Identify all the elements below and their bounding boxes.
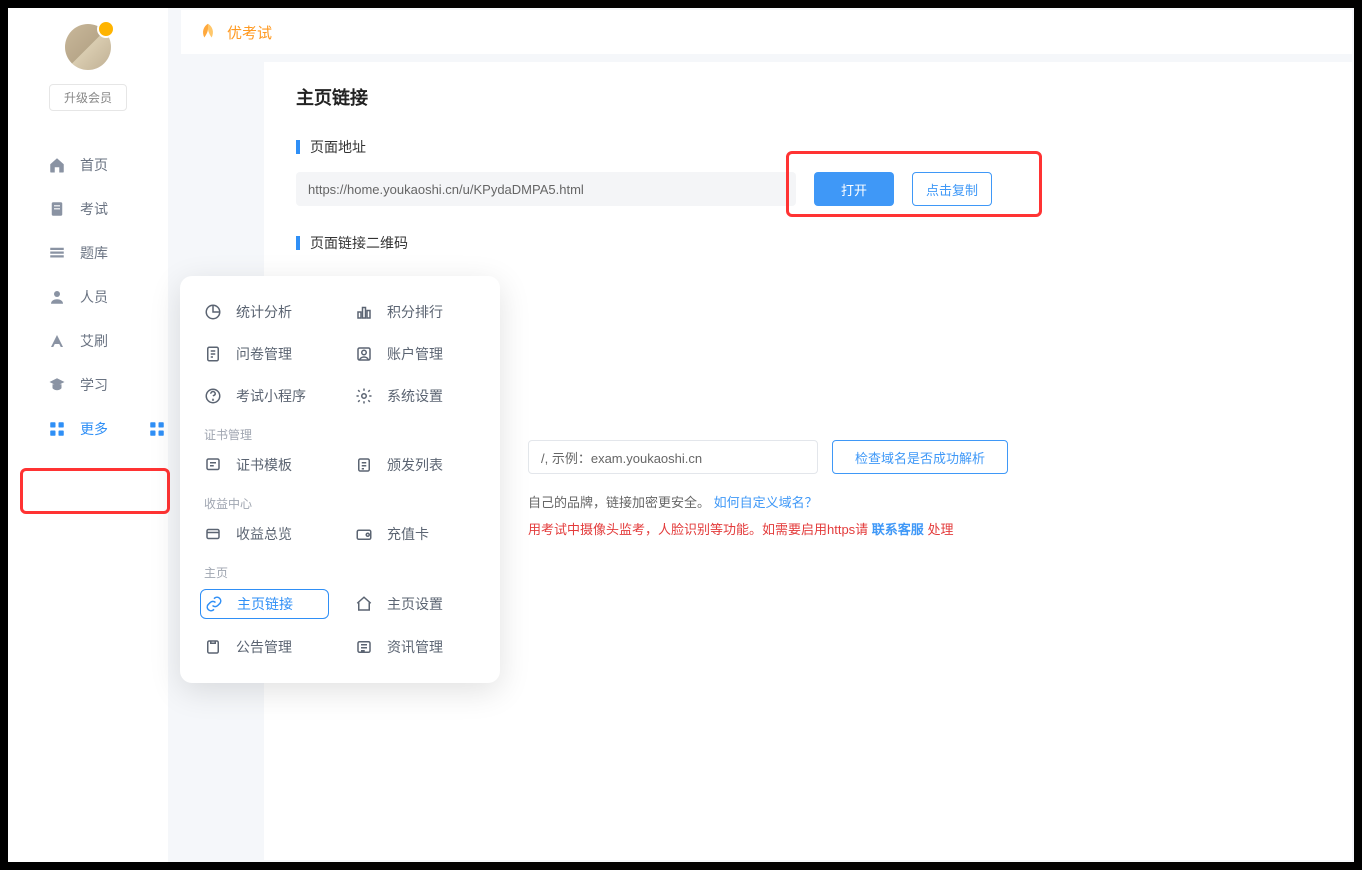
nav-more[interactable]: 更多 xyxy=(8,407,168,451)
nav-exam[interactable]: 考试 xyxy=(8,187,168,231)
contact-support-link[interactable]: 联系客服 xyxy=(872,522,924,537)
nav-home[interactable]: 首页 xyxy=(8,143,168,187)
pop-ranking[interactable]: 积分排行 xyxy=(351,298,480,326)
people-icon xyxy=(48,288,66,306)
exam-icon xyxy=(48,200,66,218)
nav-study[interactable]: 学习 xyxy=(8,363,168,407)
pop-label: 主页设置 xyxy=(387,594,443,614)
pop-label: 公告管理 xyxy=(236,637,292,657)
pop-survey[interactable]: 问卷管理 xyxy=(200,340,329,368)
pop-label: 收益总览 xyxy=(236,524,292,544)
account-icon xyxy=(355,345,373,363)
home-icon xyxy=(48,156,66,174)
announcement-icon xyxy=(204,638,222,656)
open-button[interactable]: 打开 xyxy=(814,172,894,206)
pop-label: 证书模板 xyxy=(236,455,292,475)
pop-home-link[interactable]: 主页链接 xyxy=(200,589,329,619)
pop-label: 系统设置 xyxy=(387,386,443,406)
news-icon xyxy=(355,638,373,656)
brand-logo-icon xyxy=(197,21,219,43)
nav: 首页 考试 题库 人员 艾刷 学习 xyxy=(8,143,168,451)
revenue-icon xyxy=(204,525,222,543)
aishua-icon xyxy=(48,332,66,350)
section-qrcode-title: 页面链接二维码 xyxy=(296,236,1320,250)
link-icon xyxy=(205,595,223,613)
study-icon xyxy=(48,376,66,394)
pop-settings[interactable]: 系统设置 xyxy=(351,382,480,410)
domain-warning: 用考试中摄像头监考，人脸识别等功能。如需要启用https请 联系客服 处理 xyxy=(528,519,1320,538)
pop-section-home: 主页 xyxy=(192,548,488,589)
pop-stats[interactable]: 统计分析 xyxy=(200,298,329,326)
pop-label: 考试小程序 xyxy=(236,386,306,406)
question-bank-icon xyxy=(48,244,66,262)
nav-label: 学习 xyxy=(80,375,108,395)
upgrade-button[interactable]: 升级会员 xyxy=(49,84,127,111)
more-trailing-icon xyxy=(148,420,166,438)
pop-recharge[interactable]: 充值卡 xyxy=(351,520,480,548)
nav-label: 首页 xyxy=(80,155,108,175)
nav-label: 艾刷 xyxy=(80,331,108,351)
nav-label: 题库 xyxy=(80,243,108,263)
ranking-icon xyxy=(355,303,373,321)
home-settings-icon xyxy=(355,595,373,613)
avatar[interactable] xyxy=(65,24,111,70)
nav-label: 人员 xyxy=(80,287,108,307)
cert-list-icon xyxy=(355,456,373,474)
howto-link[interactable]: 如何自定义域名？ xyxy=(714,495,818,510)
url-input[interactable] xyxy=(296,172,796,206)
nav-aishua[interactable]: 艾刷 xyxy=(8,319,168,363)
survey-icon xyxy=(204,345,222,363)
nav-people[interactable]: 人员 xyxy=(8,275,168,319)
help-text: 自己的品牌，链接加密更安全。 xyxy=(528,495,710,510)
more-icon xyxy=(48,420,66,438)
warn-suffix: 处理 xyxy=(927,522,953,537)
copy-button[interactable]: 点击复制 xyxy=(912,172,992,206)
pop-label: 主页链接 xyxy=(237,594,293,614)
pop-cert-template[interactable]: 证书模板 xyxy=(200,451,329,479)
sidebar: 升级会员 首页 考试 题库 人员 艾刷 xyxy=(8,8,168,862)
pop-label: 资讯管理 xyxy=(387,637,443,657)
pop-announcement[interactable]: 公告管理 xyxy=(200,633,329,661)
pop-miniapp[interactable]: 考试小程序 xyxy=(200,382,329,410)
header: 优考试 xyxy=(181,10,1352,54)
pop-news[interactable]: 资讯管理 xyxy=(351,633,480,661)
warn-text: 用考试中摄像头监考，人脸识别等功能。如需要启用https请 xyxy=(528,522,872,537)
pop-home-settings[interactable]: 主页设置 xyxy=(351,589,480,619)
pop-section-cert: 证书管理 xyxy=(192,410,488,451)
pop-label: 问卷管理 xyxy=(236,344,292,364)
pop-label: 积分排行 xyxy=(387,302,443,322)
brand-name: 优考试 xyxy=(227,22,272,43)
pop-account[interactable]: 账户管理 xyxy=(351,340,480,368)
pop-label: 颁发列表 xyxy=(387,455,443,475)
more-popover: 统计分析 积分排行 问卷管理 账户管理 考试小程序 系统设置 xyxy=(180,276,500,683)
section-url-title: 页面地址 xyxy=(296,140,1320,154)
recharge-icon xyxy=(355,525,373,543)
nav-label: 考试 xyxy=(80,199,108,219)
pop-cert-list[interactable]: 颁发列表 xyxy=(351,451,480,479)
url-row: 打开 点击复制 xyxy=(296,172,1320,206)
nav-bank[interactable]: 题库 xyxy=(8,231,168,275)
check-domain-button[interactable]: 检查域名是否成功解析 xyxy=(832,440,1008,474)
pop-label: 充值卡 xyxy=(387,524,429,544)
pop-label: 统计分析 xyxy=(236,302,292,322)
domain-input[interactable] xyxy=(528,440,818,474)
settings-icon xyxy=(355,387,373,405)
miniapp-icon xyxy=(204,387,222,405)
nav-label: 更多 xyxy=(80,419,108,439)
pop-label: 账户管理 xyxy=(387,344,443,364)
cert-template-icon xyxy=(204,456,222,474)
chart-pie-icon xyxy=(204,303,222,321)
pop-revenue[interactable]: 收益总览 xyxy=(200,520,329,548)
pop-section-revenue: 收益中心 xyxy=(192,479,488,520)
domain-help: 自己的品牌，链接加密更安全。 如何自定义域名？ xyxy=(528,492,1320,511)
page-title: 主页链接 xyxy=(296,84,1320,110)
